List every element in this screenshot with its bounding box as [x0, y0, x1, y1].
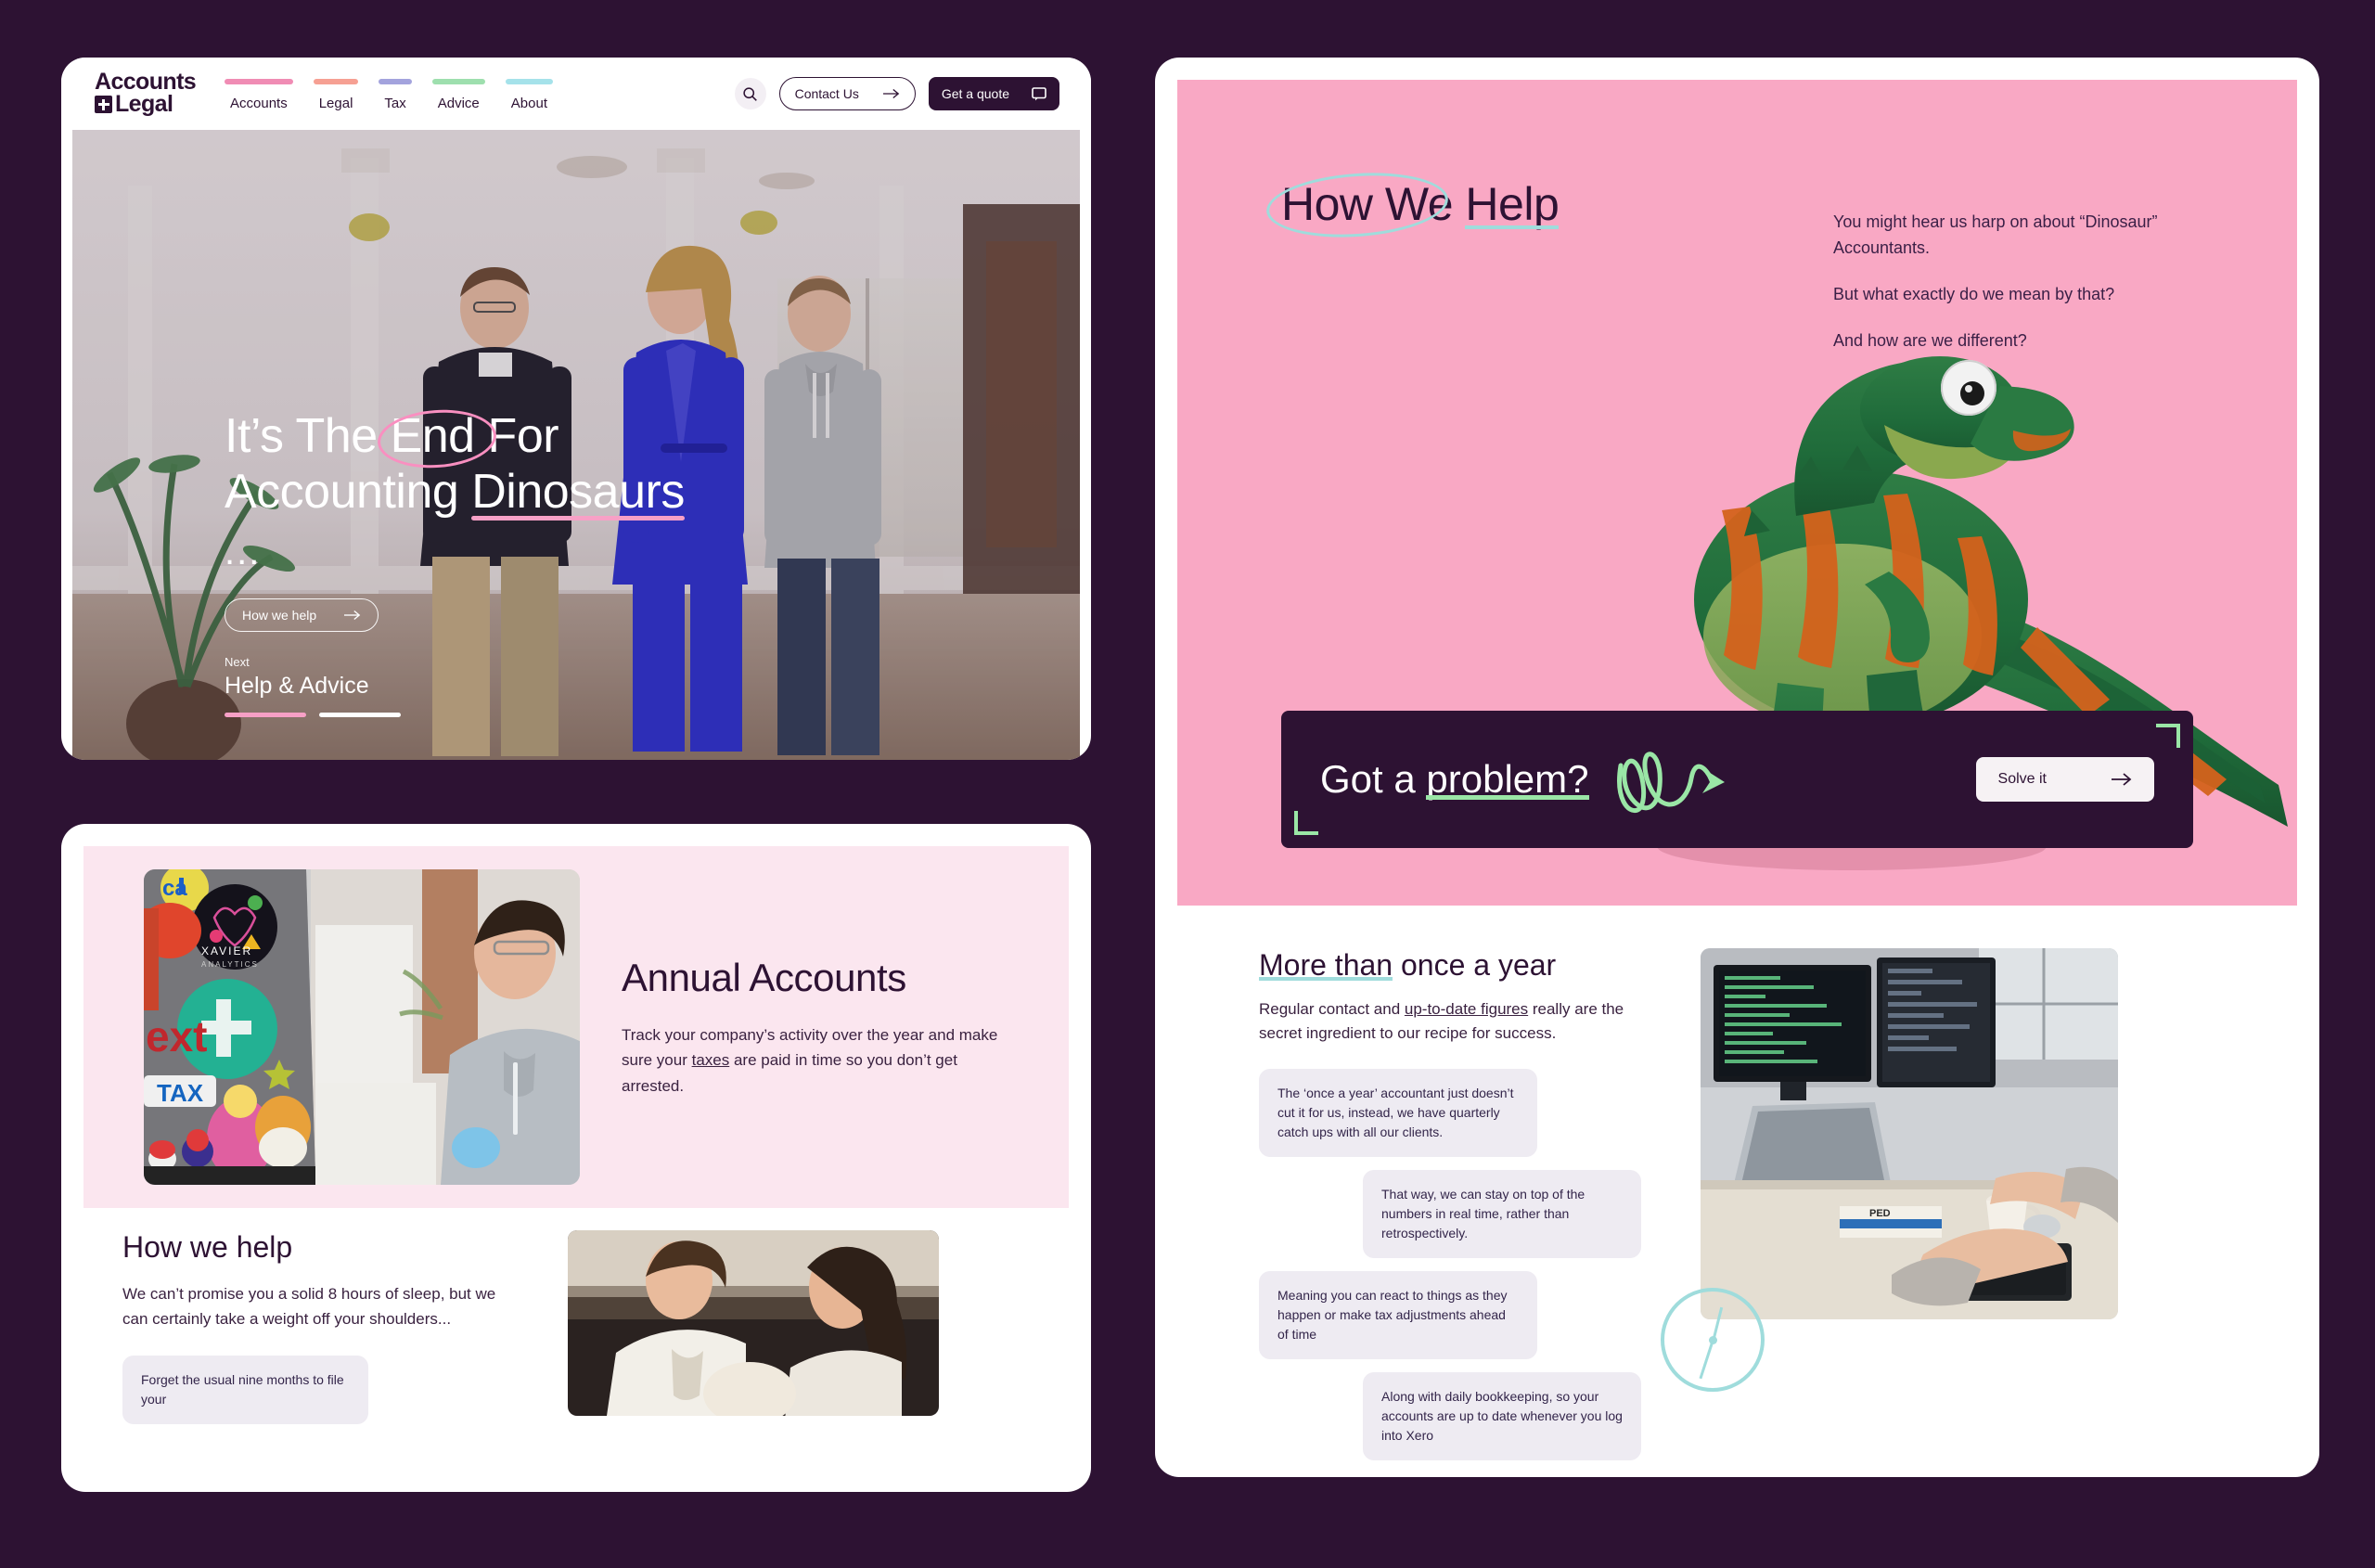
carousel-dot-1[interactable] [225, 713, 306, 717]
logo[interactable]: Accounts Legal [95, 71, 206, 116]
arrow-right-icon [882, 88, 900, 99]
nav-item-legal-label: Legal [318, 95, 353, 111]
banner-heading-before: Got a [1320, 757, 1427, 801]
page-title-circled-word: How [1281, 178, 1373, 230]
nav-item-about-label: About [510, 95, 547, 111]
page-title: How We Help [1281, 177, 1560, 231]
svg-text:XAVIER: XAVIER [201, 945, 252, 958]
how-we-help-page-card: How We Help You might hear us harp on ab… [1155, 58, 2319, 1477]
chat-message-4: Along with daily bookkeeping, so your ac… [1363, 1371, 1641, 1460]
hero-video: It’s The End For Accounting Dinosaurs ..… [72, 130, 1080, 760]
site-header: Accounts Legal Accounts Legal Tax Advice [61, 58, 1091, 130]
get-a-quote-label: Get a quote [941, 86, 1009, 101]
plus-icon [95, 96, 112, 114]
logo-line-2: Legal [115, 91, 173, 117]
hero-ellipsis: ... [225, 531, 262, 572]
hero-title-circled-word: End [390, 409, 476, 463]
how-we-help-image [568, 1230, 939, 1416]
carousel-progress[interactable] [225, 713, 401, 717]
up-to-date-figures-link[interactable]: up-to-date figures [1405, 1000, 1528, 1018]
corner-bracket-top-right-icon [2156, 724, 2180, 748]
nav-item-accounts-label: Accounts [230, 95, 288, 111]
how-we-help-copy: How we help We can’t promise you a solid… [122, 1230, 512, 1425]
more-than-heading-rest: once a year [1393, 948, 1557, 982]
banner-heading-underlined: problem? [1426, 757, 1589, 801]
chat-message-1: The ‘once a year’ accountant just doesn’… [1259, 1068, 1537, 1157]
services-preview-card: ca XAVIER ANALYTICS ext TAX Annual Accou… [61, 824, 1091, 1492]
laptop-stickers-photo: ca XAVIER ANALYTICS ext TAX [144, 869, 580, 1185]
svg-text:TAX: TAX [157, 1079, 204, 1107]
nav-item-tax-label: Tax [384, 95, 406, 111]
hero-title-underlined-word: Dinosaurs [471, 465, 685, 521]
more-than-image: PED [1701, 948, 2118, 1319]
contact-us-label: Contact Us [794, 86, 859, 101]
nav-item-legal[interactable]: Legal [313, 78, 359, 111]
how-we-help-button[interactable]: How we help [225, 598, 379, 632]
hero-next-label: Next [225, 655, 250, 669]
contact-us-button[interactable]: Contact Us [778, 77, 916, 110]
svg-text:ext: ext [146, 1012, 207, 1060]
get-a-quote-button[interactable]: Get a quote [928, 77, 1059, 110]
hero-next-title: Help & Advice [225, 673, 369, 699]
solve-it-button[interactable]: Solve it [1975, 757, 2154, 802]
hero-next-slide[interactable]: Next Help & Advice [225, 655, 401, 717]
annual-accounts-heading: Annual Accounts [622, 956, 906, 1000]
nav-item-advice-label: Advice [437, 95, 480, 111]
nav-item-about[interactable]: About [505, 78, 553, 111]
annual-accounts-section: ca XAVIER ANALYTICS ext TAX Annual Accou… [83, 846, 1069, 1208]
chat-thread: The ‘once a year’ accountant just doesn’… [1259, 1068, 1658, 1460]
page-title-underlined-word: Help [1465, 178, 1560, 230]
clock-icon [1661, 1288, 1765, 1392]
how-we-help-body: We can’t promise you a solid 8 hours of … [122, 1285, 496, 1329]
svg-text:PED: PED [1869, 1208, 1891, 1219]
two-people-meeting-photo [568, 1230, 939, 1416]
corner-bracket-bottom-left-icon [1294, 811, 1318, 835]
nav-item-tax[interactable]: Tax [379, 78, 412, 111]
search-icon[interactable] [734, 78, 766, 109]
carousel-dot-2[interactable] [319, 713, 401, 717]
solve-it-label: Solve it [1997, 771, 2047, 787]
hero-title-part1: It’s The [225, 409, 391, 463]
annual-accounts-copy: Annual Accounts Track your company’s act… [622, 956, 1021, 1099]
got-a-problem-banner: Got a problem? Solve it [1281, 711, 2193, 848]
hero-copy: It’s The End For Accounting Dinosaurs ..… [225, 408, 818, 632]
annual-accounts-image: ca XAVIER ANALYTICS ext TAX [144, 869, 580, 1185]
chat-message-2: That way, we can stay on top of the numb… [1363, 1169, 1641, 1258]
more-than-body: Regular contact and up-to-date figures r… [1259, 997, 1658, 1047]
how-we-help-label: How we help [242, 607, 317, 623]
hero-title: It’s The End For Accounting Dinosaurs [225, 408, 818, 521]
more-than-once-a-year-section: More than once a year Regular contact an… [1155, 906, 2319, 1473]
homepage-preview-card: Accounts Legal Accounts Legal Tax Advice [61, 58, 1091, 760]
header-actions: Contact Us Get a quote [734, 77, 1059, 110]
svg-text:ANALYTICS: ANALYTICS [201, 960, 259, 969]
how-we-help-bubble: Forget the usual nine months to file you… [122, 1356, 368, 1425]
annual-accounts-body: Track your company’s activity over the y… [622, 1022, 1021, 1099]
intro-paragraph-1: You might hear us harp on about “Dinosau… [1833, 212, 2158, 257]
banner-heading: Got a problem? [1320, 757, 1589, 802]
more-than-copy: More than once a year Regular contact an… [1259, 948, 1658, 1473]
hero-title-line2-part1: Accounting [225, 465, 472, 520]
arrow-right-icon [2112, 773, 2132, 786]
more-than-heading-underlined: More than [1259, 948, 1393, 982]
chat-bubble-icon [1032, 86, 1046, 100]
desk-with-monitors-photo: PED [1701, 948, 2118, 1319]
squiggly-arrow-icon [1613, 741, 1743, 817]
nav-item-accounts[interactable]: Accounts [225, 78, 293, 111]
hero-title-part2: For [474, 409, 559, 463]
svg-text:ca: ca [162, 876, 187, 901]
pink-hero-section: How We Help You might hear us harp on ab… [1177, 80, 2297, 906]
arrow-right-icon [344, 610, 361, 620]
how-we-help-section: How we help We can’t promise you a solid… [61, 1230, 1091, 1425]
main-nav: Accounts Legal Tax Advice About [225, 77, 553, 111]
intro-paragraph-2: But what exactly do we mean by that? [1833, 284, 2115, 303]
more-than-heading: More than once a year [1259, 948, 1658, 983]
chat-message-3: Meaning you can react to things as they … [1259, 1270, 1537, 1359]
more-than-body-before: Regular contact and [1259, 1000, 1405, 1018]
how-we-help-heading: How we help [122, 1230, 293, 1264]
taxes-link[interactable]: taxes [692, 1051, 730, 1069]
nav-item-advice[interactable]: Advice [431, 78, 485, 111]
